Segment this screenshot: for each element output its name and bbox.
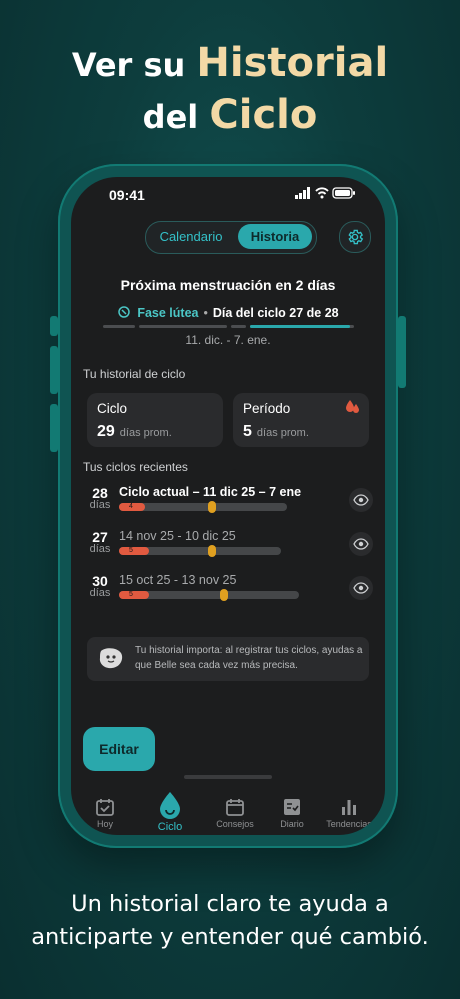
period-segment: 5 [119, 547, 149, 555]
ovulation-marker [208, 501, 216, 513]
eye-icon [353, 582, 369, 594]
headline-text: Ver su [71, 46, 197, 84]
headline-line-1: Ver su Historial [0, 40, 460, 86]
phase-progress-fill [250, 325, 350, 328]
tab-consejos[interactable]: Consejos [205, 797, 265, 829]
journal-icon [284, 799, 300, 815]
tab-calendar[interactable]: Calendario [150, 224, 232, 249]
card-value: 5 días prom. [243, 423, 309, 441]
mascot-icon [99, 648, 123, 669]
tab-hoy[interactable]: Hoy [75, 797, 135, 829]
cycle-length-unit: días [89, 543, 111, 555]
calendar-icon [226, 799, 244, 816]
eye-icon [353, 494, 369, 506]
recent-cycles-title: Tus ciclos recientes [83, 460, 188, 474]
phone-side-button [398, 316, 406, 388]
period-segment: 5 [119, 591, 149, 599]
phase-progress-bars [103, 325, 354, 328]
cycle-row[interactable]: 28 días Ciclo actual – 11 dic 25 – 7 ene… [83, 485, 373, 521]
tab-history[interactable]: Historia [238, 224, 312, 249]
bar-chart-icon [342, 800, 356, 815]
phase-segment-menstrual [103, 325, 135, 328]
tab-label: Ciclo [157, 821, 183, 833]
caption-line-2: anticiparte y entender qué cambió. [31, 924, 429, 950]
cycle-day: Día del ciclo 27 de 28 [212, 306, 339, 320]
drop-icon [160, 792, 180, 819]
tab-diario[interactable]: Diario [262, 797, 322, 829]
history-section-title: Tu historial de ciclo [83, 367, 186, 381]
calendar-check-icon [96, 799, 114, 816]
separator-dot: • [203, 306, 208, 320]
ovulation-marker [220, 589, 228, 601]
tab-ciclo[interactable]: Ciclo [140, 791, 200, 833]
gear-icon [348, 229, 364, 245]
info-text: Tu historial importa: al registrar tus c… [135, 645, 363, 671]
card-label: Ciclo [97, 401, 128, 416]
tab-label: Diario [280, 819, 304, 829]
cycle-label: 14 nov 25 - 10 dic 25 [119, 529, 236, 543]
phase-name: Fase lútea [137, 306, 199, 320]
signal-wifi-battery-icon [295, 187, 355, 199]
tab-label: Consejos [216, 819, 254, 829]
headline-line-2: del Ciclo [0, 92, 460, 138]
info-banner: Tu historial importa: al registrar tus c… [87, 637, 369, 681]
app-screen: 09:41 Calendario Historia Próxima menstr… [71, 177, 385, 835]
marketing-caption: Un historial claro te ayuda a anticipart… [0, 888, 460, 954]
cycle-bar: 5 [119, 589, 299, 601]
cycle-length-unit: días [89, 499, 111, 511]
scroll-indicator [184, 775, 272, 779]
eye-icon [353, 538, 369, 550]
view-cycle-button[interactable] [349, 576, 373, 600]
view-cycle-button[interactable] [349, 488, 373, 512]
bottom-tab-bar: Hoy Ciclo Consejos Diario Tendencias [71, 791, 385, 835]
cycle-row[interactable]: 27 días 14 nov 25 - 10 dic 25 5 [83, 529, 373, 565]
cycle-phase-row: Fase lútea • Día del ciclo 27 de 28 [71, 306, 385, 320]
edit-button[interactable]: Editar [83, 727, 155, 771]
cycle-bar: 5 [119, 545, 281, 557]
tab-label: Tendencias [326, 819, 372, 829]
tab-label: Hoy [96, 819, 113, 829]
headline-highlight: Historial [196, 40, 389, 86]
cycle-average-value: 29 [97, 423, 115, 440]
phone-side-button [50, 346, 58, 394]
cycle-label: Ciclo actual – 11 dic 25 – 7 ene [119, 485, 302, 499]
phase-segment-follicular [139, 325, 227, 328]
card-value: 29 días prom. [97, 423, 172, 441]
cycle-label: 15 oct 25 - 13 nov 25 [119, 573, 237, 587]
cycle-bar: 4 [119, 501, 287, 513]
headline-highlight: Ciclo [209, 92, 318, 138]
tab-tendencias[interactable]: Tendencias [319, 797, 379, 829]
cycle-average-card: Ciclo 29 días prom. [87, 393, 223, 447]
phone-side-button [50, 404, 58, 452]
view-cycle-button[interactable] [349, 532, 373, 556]
view-toggle: Calendario Historia [145, 221, 317, 254]
cycle-row[interactable]: 30 días 15 oct 25 - 13 nov 25 5 [83, 573, 373, 609]
phone-side-button [50, 316, 58, 336]
phase-segment-ovulation [231, 325, 246, 328]
status-icons [295, 187, 355, 202]
card-unit: días prom. [256, 427, 309, 439]
card-unit: días prom. [119, 427, 172, 439]
status-time: 09:41 [109, 187, 145, 203]
cycle-date-range: 11. dic. - 7. ene. [185, 333, 271, 347]
period-average-value: 5 [243, 423, 252, 440]
card-label: Período [243, 401, 291, 416]
blood-drop-icon [346, 400, 359, 413]
ovulation-marker [208, 545, 216, 557]
period-average-card: Período 5 días prom. [233, 393, 369, 447]
phase-icon [118, 306, 131, 318]
next-period-text: Próxima menstruación en 2 días [120, 277, 336, 293]
caption-line-1: Un historial claro te ayuda a [71, 891, 389, 917]
headline-text: del [142, 98, 210, 136]
period-segment: 4 [119, 503, 145, 511]
settings-button[interactable] [339, 221, 371, 253]
cycle-length-unit: días [89, 587, 111, 599]
